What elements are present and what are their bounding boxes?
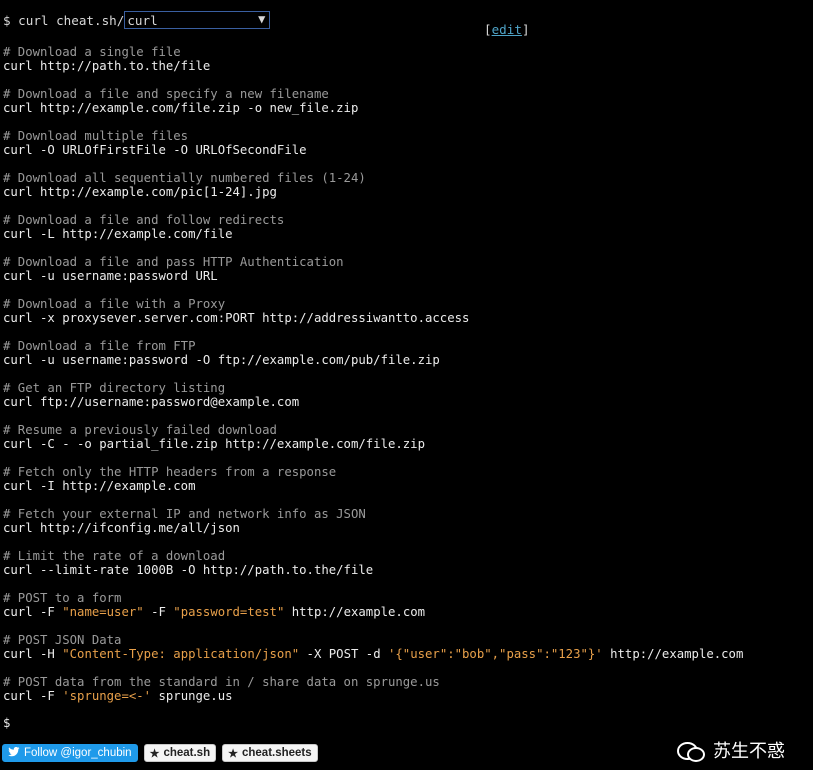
entry-comment: # Download a file and pass HTTP Authenti… — [3, 255, 344, 269]
command-text: curl -C - -o partial_file.zip http://exa… — [3, 437, 425, 451]
cheat-sheets-star-button[interactable]: ★ cheat.sheets — [222, 744, 318, 762]
command-text: curl http://path.to.the/file — [3, 59, 211, 73]
entry-comment: # Limit the rate of a download — [3, 549, 226, 563]
entry-command: curl http://path.to.the/file — [3, 59, 808, 73]
entry-comment: # Fetch only the HTTP headers from a res… — [3, 465, 337, 479]
command-text: curl -F — [3, 605, 63, 619]
command-text: curl -F — [3, 689, 63, 703]
entry-comment: # POST to a form — [3, 591, 122, 605]
cheatsheet-entry: # Download all sequentially numbered fil… — [3, 171, 808, 213]
cheatsheet-entry: # POST data from the standard in / share… — [3, 675, 808, 717]
entry-command: curl http://example.com/file.zip -o new_… — [3, 101, 808, 115]
star-icon: ★ — [228, 747, 238, 760]
command-text: curl -u username:password URL — [3, 269, 218, 283]
command-text: -F — [143, 605, 174, 619]
command-text: curl -O URLOfFirstFile -O URLOfSecondFil… — [3, 143, 307, 157]
command-text: curl -L http://example.com/file — [3, 227, 233, 241]
command-text: curl http://example.com/pic[1-24].jpg — [3, 185, 277, 199]
command-text: curl --limit-rate 1000B -O http://path.t… — [3, 563, 374, 577]
command-text: http://example.com — [602, 647, 744, 661]
final-prompt: $ — [3, 716, 11, 730]
entry-comment: # Fetch your external IP and network inf… — [3, 507, 366, 521]
cheatsheet-entry: # Get an FTP directory listing curl ftp:/… — [3, 381, 808, 423]
command-string-literal: "password=test" — [173, 605, 285, 619]
entry-comment: # Download a file and specify a new file… — [3, 87, 329, 101]
cheatsheet-entry: # Download a file and pass HTTP Authenti… — [3, 255, 808, 297]
command-text: curl ftp://username:password@example.com — [3, 395, 300, 409]
entry-comment: # Download a file from FTP — [3, 339, 196, 353]
command-text: curl -I http://example.com — [3, 479, 196, 493]
topic-select[interactable]: curl ▼ — [124, 11, 271, 29]
entry-command: curl --limit-rate 1000B -O http://path.t… — [3, 563, 808, 577]
cheatsheet-entry: # Download a file with a Proxy curl -x pr… — [3, 297, 808, 339]
edit-bracket-open: [ — [484, 22, 492, 37]
entry-command: curl -u username:password -O ftp://examp… — [3, 353, 808, 367]
command-text: curl -x proxysever.server.com:PORT http:… — [3, 311, 470, 325]
entry-comment: # Download multiple files — [3, 129, 189, 143]
cheatsheet-entry: # Download multiple files curl -O URLOfFi… — [3, 129, 808, 171]
star-icon: ★ — [149, 747, 160, 760]
command-string-literal: '{"user":"bob","pass":"123"}' — [388, 647, 603, 661]
watermark: 苏生不惑 — [677, 737, 785, 763]
cheatsheet-entry: # POST JSON Data curl -H "Content-Type: a… — [3, 633, 808, 675]
cheatsheet-entry: # Fetch only the HTTP headers from a res… — [3, 465, 808, 507]
entry-command: curl -F 'sprunge=<-' sprunge.us — [3, 689, 808, 703]
prompt-row: $ curl cheat.sh/ curl ▼ — [3, 10, 271, 30]
edit-bracket-close: ] — [521, 22, 530, 37]
command-text: curl http://example.com/file.zip -o new_… — [3, 101, 359, 115]
button-bar: Follow @igor_chubin ★ cheat.sh ★ cheat.s… — [2, 744, 318, 762]
entry-comment: # Download a file with a Proxy — [3, 297, 226, 311]
entry-comment: # Get an FTP directory listing — [3, 381, 226, 395]
cheat-sh-label: cheat.sh — [163, 747, 211, 759]
topic-select-value: curl — [127, 12, 158, 28]
prompt-text: $ curl cheat.sh/ — [3, 12, 125, 28]
edit-link[interactable]: edit — [492, 22, 522, 37]
entry-comment: # POST JSON Data — [3, 633, 122, 647]
dropdown-arrow-icon[interactable]: ▼ — [258, 12, 265, 26]
entry-comment: # POST data from the standard in / share… — [3, 675, 440, 689]
watermark-text: 苏生不惑 — [713, 741, 785, 762]
command-text: -X POST -d — [299, 647, 388, 661]
entry-command: curl -u username:password URL — [3, 269, 808, 283]
entry-command: curl -C - -o partial_file.zip http://exa… — [3, 437, 808, 451]
cheatsheet-entry: # Fetch your external IP and network inf… — [3, 507, 808, 549]
entry-comment: # Download a single file — [3, 45, 181, 59]
twitter-follow-label: Follow @igor_chubin — [24, 747, 132, 759]
entry-command: curl -L http://example.com/file — [3, 227, 808, 241]
command-text: curl http://ifconfig.me/all/json — [3, 521, 240, 535]
cheatsheet-entry: # Limit the rate of a download curl --lim… — [3, 549, 808, 591]
entry-command: curl http://example.com/pic[1-24].jpg — [3, 185, 808, 199]
entry-command: curl -x proxysever.server.com:PORT http:… — [3, 311, 808, 325]
command-text: curl -u username:password -O ftp://examp… — [3, 353, 440, 367]
cheatsheet-entries: # Download a single file curl http://path… — [3, 45, 808, 717]
entry-comment: # Download all sequentially numbered fil… — [3, 171, 366, 185]
cheat-sheets-label: cheat.sheets — [241, 747, 312, 759]
cheat-sh-star-button[interactable]: ★ cheat.sh — [143, 744, 217, 762]
cheatsheet-entry: # POST to a form curl -F "name=user" -F "… — [3, 591, 808, 633]
command-text: curl -H — [3, 647, 63, 661]
entry-command: curl -F "name=user" -F "password=test" h… — [3, 605, 808, 619]
command-text: sprunge.us — [151, 689, 233, 703]
entry-command: curl http://ifconfig.me/all/json — [3, 521, 808, 535]
entry-command: curl -I http://example.com — [3, 479, 808, 493]
terminal-window: $ curl cheat.sh/ curl ▼ [edit] # Downloa… — [0, 0, 813, 770]
edit-link-wrapper: [edit] — [484, 22, 530, 37]
entry-command: curl -O URLOfFirstFile -O URLOfSecondFil… — [3, 143, 808, 157]
wechat-icon — [677, 740, 705, 762]
twitter-follow-button[interactable]: Follow @igor_chubin — [2, 744, 138, 762]
bird-icon — [8, 746, 20, 760]
entry-comment: # Download a file and follow redirects — [3, 213, 285, 227]
cheatsheet-entry: # Download a file and specify a new file… — [3, 87, 808, 129]
command-string-literal: "name=user" — [62, 605, 144, 619]
cheatsheet-entry: # Download a file and follow redirects cu… — [3, 213, 808, 255]
command-text: http://example.com — [284, 605, 426, 619]
entry-command: curl -H "Content-Type: application/json"… — [3, 647, 808, 661]
cheatsheet-entry: # Download a single file curl http://path… — [3, 45, 808, 87]
cheatsheet-entry: # Download a file from FTP curl -u userna… — [3, 339, 808, 381]
cheatsheet-entry: # Resume a previously failed download cur… — [3, 423, 808, 465]
entry-command: curl ftp://username:password@example.com — [3, 395, 808, 409]
command-string-literal: 'sprunge=<-' — [62, 689, 152, 703]
command-string-literal: "Content-Type: application/json" — [62, 647, 300, 661]
entry-comment: # Resume a previously failed download — [3, 423, 277, 437]
